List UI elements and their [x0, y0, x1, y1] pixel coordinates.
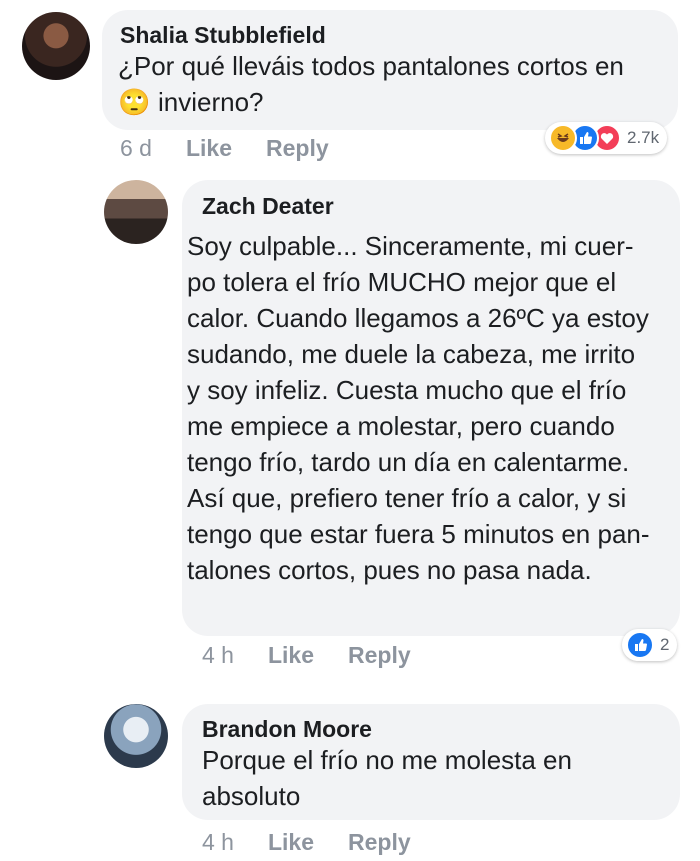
comment-author[interactable]: Shalia Stubblefield [120, 22, 326, 49]
like-button[interactable]: Like [268, 829, 314, 856]
avatar[interactable] [22, 12, 90, 80]
comment-text-line-2: 🙄 invierno? [118, 84, 668, 120]
comment-text: Porque el frío no me molesta en absoluto [202, 745, 572, 811]
comment-text-line: ¿Por qué lleváis todos pantalones cortos… [118, 51, 624, 81]
like-button[interactable]: Like [186, 135, 232, 162]
comment-actions: 4 h Like Reply [202, 829, 445, 856]
timestamp[interactable]: 6 d [120, 135, 152, 162]
reply-button[interactable]: Reply [266, 135, 329, 162]
comment-author[interactable]: Brandon Moore [202, 716, 372, 743]
reactions-badge[interactable]: 2 [622, 629, 678, 661]
comment-text: ¿Por qué lleváis todos pantalones cortos… [118, 48, 668, 120]
reaction-count: 2 [660, 635, 670, 654]
reply-button[interactable]: Reply [348, 642, 411, 669]
avatar[interactable] [104, 180, 168, 244]
like-button[interactable]: Like [268, 642, 314, 669]
reactions-badge[interactable]: 2.7k [545, 122, 668, 154]
comment-actions: 6 d Like Reply [120, 135, 363, 162]
timestamp[interactable]: 4 h [202, 829, 234, 856]
avatar[interactable] [104, 704, 168, 768]
comment-text-line: invierno? [158, 87, 264, 117]
like-icon [626, 631, 654, 659]
eye-roll-emoji-icon: 🙄 [118, 87, 151, 117]
comment-text: Soy culpable... Sinceramente, mi cuer- p… [187, 231, 650, 585]
timestamp[interactable]: 4 h [202, 642, 234, 669]
comment-author[interactable]: Zach Deater [202, 193, 334, 220]
reply-button[interactable]: Reply [348, 829, 411, 856]
reaction-count: 2.7k [627, 128, 660, 147]
haha-icon [549, 124, 577, 152]
comment-actions: 4 h Like Reply [202, 642, 445, 669]
